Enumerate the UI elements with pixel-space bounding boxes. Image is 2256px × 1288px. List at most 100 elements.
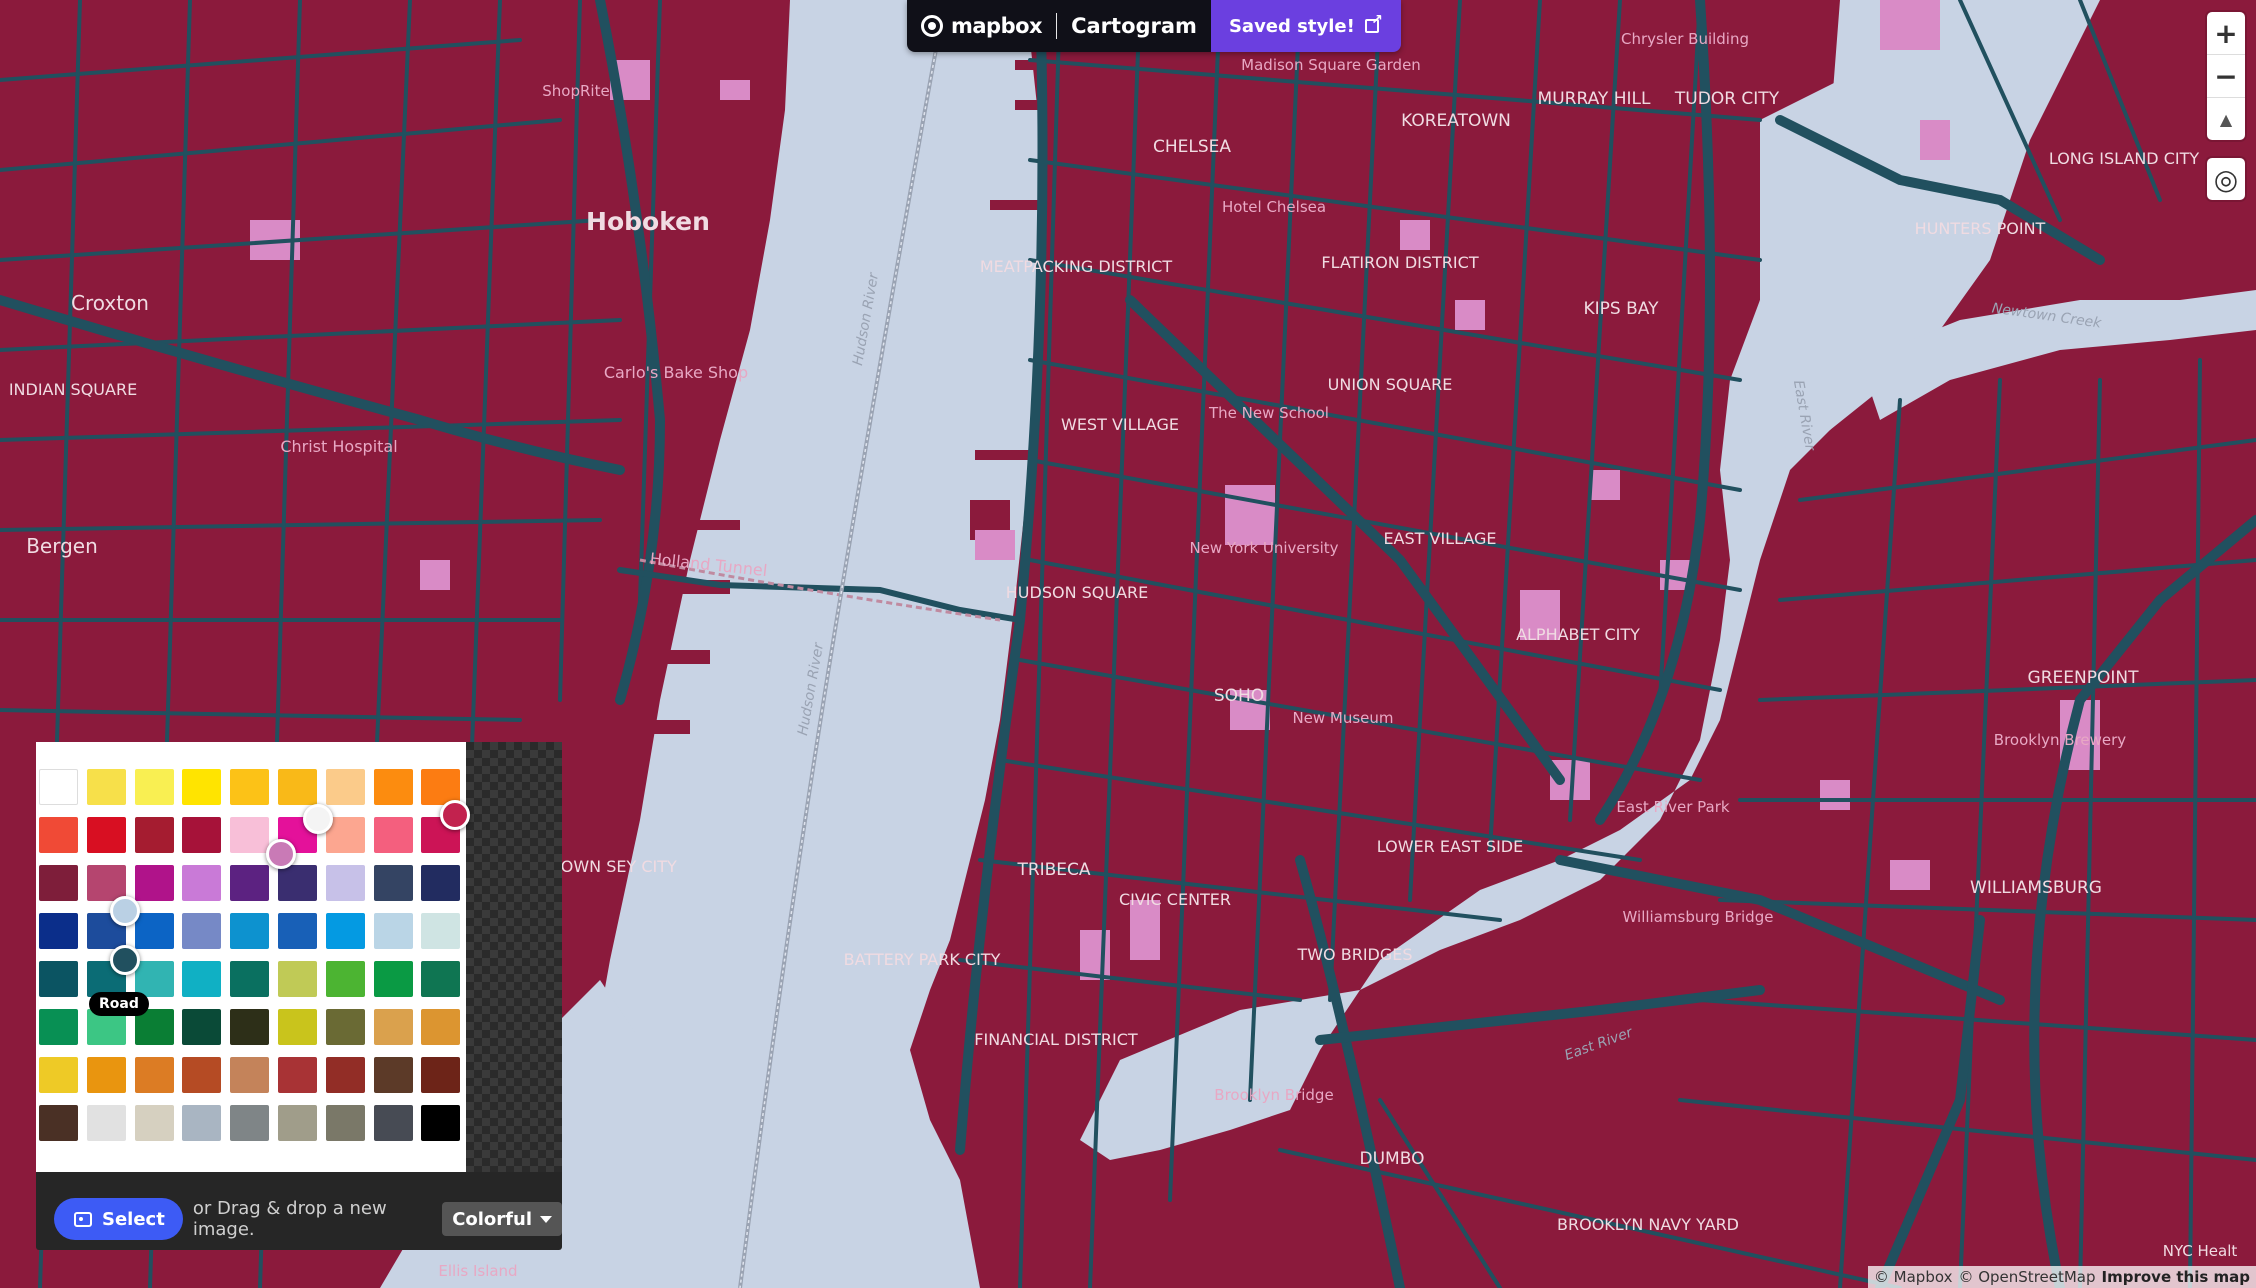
attribution-mapbox[interactable]: © Mapbox [1874,1268,1953,1286]
mapbox-logo-icon [921,15,943,37]
color-swatch[interactable] [278,913,317,949]
color-swatch[interactable] [278,1009,317,1045]
color-swatch[interactable] [230,913,270,949]
color-swatch[interactable] [39,913,78,949]
color-swatch[interactable] [230,1105,270,1141]
label-lower-east-side: LOWER EAST SIDE [1377,837,1523,856]
compass-button[interactable]: ▲ [2207,97,2245,140]
color-swatch[interactable] [86,769,126,805]
color-swatch[interactable] [39,1057,78,1093]
theme-label: Colorful [452,1208,532,1230]
color-swatch[interactable] [182,1105,222,1141]
color-swatch[interactable] [373,769,413,805]
label-christ-hospital: Christ Hospital [280,437,397,456]
color-swatch[interactable] [230,769,270,805]
theme-dropdown[interactable]: Colorful [442,1202,562,1236]
color-swatch[interactable] [39,769,78,805]
color-swatch[interactable] [86,817,126,853]
color-swatch[interactable] [182,769,222,805]
color-swatch[interactable] [134,817,174,853]
external-link-icon [1364,12,1383,33]
color-swatch[interactable] [230,961,270,997]
select-image-button[interactable]: Select [54,1198,183,1240]
color-swatch[interactable] [39,865,78,901]
brand-area[interactable]: mapbox Cartogram [907,0,1211,52]
label-hoboken: Hoboken [586,207,710,236]
color-swatch[interactable] [278,865,317,901]
color-swatch[interactable] [421,1105,461,1141]
improve-map-link[interactable]: Improve this map [2102,1268,2250,1286]
color-swatch[interactable] [325,913,365,949]
color-handle-lightblue[interactable] [110,896,140,926]
palette-bottom-bar: Select or Drag & drop a new image. Color… [36,1188,562,1250]
label-meatpacking: MEATPACKING DISTRICT [980,257,1172,276]
geolocate-button[interactable]: ◎ [2207,158,2245,200]
color-handle-road[interactable] [110,945,140,975]
color-swatch[interactable] [325,961,365,997]
color-swatch[interactable] [373,961,413,997]
color-swatch[interactable] [278,1057,317,1093]
top-bar: mapbox Cartogram Saved style! [907,0,1401,52]
color-swatch[interactable] [278,769,317,805]
color-swatch[interactable] [230,1057,270,1093]
color-swatch[interactable] [230,1009,270,1045]
attribution: © Mapbox © OpenStreetMap Improve this ma… [1867,1266,2256,1288]
color-swatch[interactable] [39,1009,78,1045]
color-swatch[interactable] [182,913,222,949]
color-swatch[interactable] [373,817,413,853]
color-swatch[interactable] [421,1009,461,1045]
color-swatch[interactable] [230,865,270,901]
color-swatch[interactable] [86,1105,126,1141]
label-financial-district: FINANCIAL DISTRICT [974,1030,1138,1049]
color-swatch[interactable] [421,1057,461,1093]
label-tudor-city: TUDOR CITY [1674,89,1780,109]
color-swatch[interactable] [86,1057,126,1093]
color-swatch[interactable] [373,913,413,949]
color-swatch[interactable] [373,1009,413,1045]
attribution-osm[interactable]: © OpenStreetMap [1958,1268,2095,1286]
color-swatch[interactable] [325,1057,365,1093]
color-swatch[interactable] [134,1105,174,1141]
zoom-in-button[interactable]: + [2207,12,2245,54]
color-swatch[interactable] [421,865,461,901]
color-swatch[interactable] [182,961,222,997]
transparency-strip [466,742,562,1172]
road-tooltip: Road [89,992,149,1016]
label-hudson-square: HUDSON SQUARE [1006,583,1149,602]
color-swatch[interactable] [373,865,413,901]
color-swatch[interactable] [325,865,365,901]
color-handle-pink[interactable] [266,839,296,869]
color-swatch[interactable] [134,913,174,949]
label-new-school: The New School [1208,404,1329,422]
color-swatch[interactable] [373,1105,413,1141]
color-swatch[interactable] [182,817,222,853]
label-bergen: Bergen [26,534,98,558]
color-swatch[interactable] [230,817,270,853]
color-swatch[interactable] [39,1105,78,1141]
color-swatch[interactable] [134,1057,174,1093]
color-swatch[interactable] [325,769,365,805]
label-hotel-chelsea: Hotel Chelsea [1222,198,1326,216]
color-swatch[interactable] [39,961,78,997]
color-swatch[interactable] [421,961,461,997]
color-swatch[interactable] [278,961,317,997]
label-murray-hill: MURRAY HILL [1538,89,1651,109]
label-kips-bay: KIPS BAY [1584,299,1660,319]
saved-style-button[interactable]: Saved style! [1210,0,1401,52]
color-swatch[interactable] [278,1105,317,1141]
zoom-out-button[interactable]: − [2207,54,2245,97]
color-swatch[interactable] [182,1009,222,1045]
color-swatch[interactable] [39,817,78,853]
color-swatch[interactable] [421,913,461,949]
color-swatch[interactable] [182,865,222,901]
label-williamsburg-bridge: Williamsburg Bridge [1623,908,1774,926]
color-swatch[interactable] [134,769,174,805]
color-swatch[interactable] [134,865,174,901]
color-swatch[interactable] [325,1105,365,1141]
color-swatch[interactable] [182,1057,222,1093]
brand-divider [1056,13,1058,39]
color-handle-white[interactable] [303,804,333,834]
color-swatch[interactable] [373,1057,413,1093]
color-handle-crimson[interactable] [440,800,470,830]
color-swatch[interactable] [325,1009,365,1045]
